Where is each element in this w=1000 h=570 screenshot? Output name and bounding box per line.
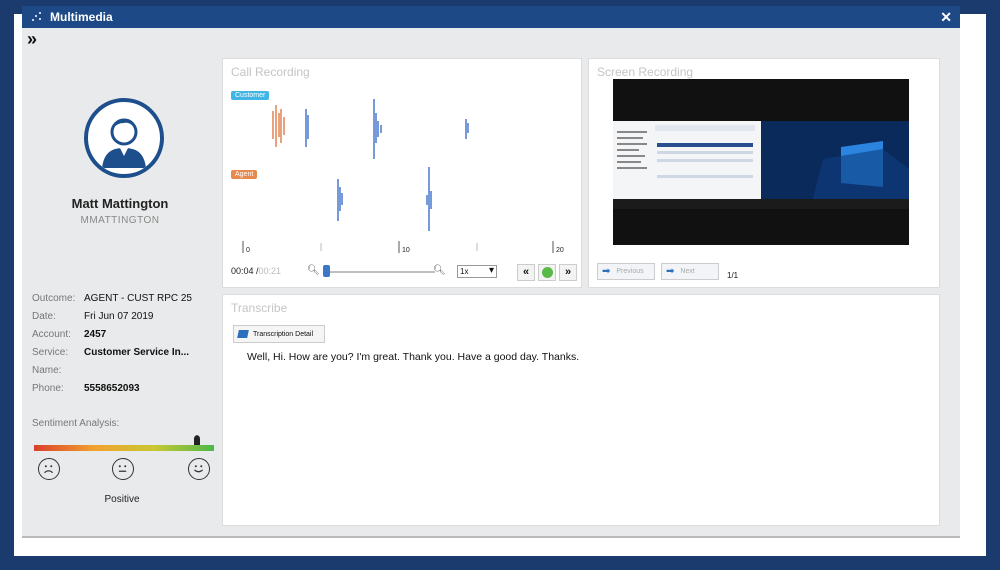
detail-value: AGENT - CUST RPC 25 [84, 293, 192, 304]
detail-row: Date: Fri Jun 07 2019 [32, 311, 216, 329]
zoom-slider-track[interactable] [323, 271, 435, 273]
document-icon [237, 330, 249, 338]
multimedia-logo-icon [30, 10, 44, 24]
detail-row: Name: [32, 365, 216, 383]
current-time: 00:04 / [231, 266, 259, 276]
detail-value: Fri Jun 07 2019 [84, 311, 154, 322]
main-content: » Matt Mattington MMATTINGTON Outcome: AG… [22, 28, 960, 536]
happy-face-icon [188, 458, 210, 480]
close-icon[interactable]: ✕ [940, 9, 952, 26]
pause-button[interactable] [538, 264, 556, 281]
call-details: Outcome: AGENT - CUST RPC 25 Date: Fri Jun… [32, 293, 216, 401]
transcription-detail-button[interactable]: Transcription Detail [233, 325, 325, 343]
agent-panel: » Matt Mattington MMATTINGTON Outcome: AG… [22, 28, 218, 536]
detail-label: Date: [32, 311, 56, 322]
window-title: Multimedia [50, 10, 113, 24]
call-recording-panel: Call Recording Customer Agent 0 10 20 00… [222, 58, 582, 288]
sentiment-bar [34, 445, 214, 451]
sentiment-faces [34, 458, 214, 482]
sad-face-icon [38, 458, 60, 480]
neutral-face-icon [112, 458, 134, 480]
avatar [84, 98, 164, 178]
detail-value: 5558652093 [84, 383, 140, 394]
transcribe-panel: Transcribe Transcription Detail Well, Hi… [222, 294, 940, 526]
transcript-text: Well, Hi. How are you? I'm great. Thank … [247, 351, 580, 363]
transcription-detail-label: Transcription Detail [253, 330, 314, 338]
arrow-right-icon: ➡ [666, 266, 675, 277]
audio-waveform[interactable] [223, 59, 583, 259]
detail-label: Name: [32, 365, 62, 376]
speed-value: 1x [460, 267, 469, 276]
screen-recording-panel: Screen Recording ➡ Previous ➡ Next 1/1 [588, 58, 940, 288]
detail-label: Account: [32, 329, 71, 340]
detail-row: Phone: 5558652093 [32, 383, 216, 401]
expand-icon[interactable]: » [27, 29, 37, 50]
transcribe-title: Transcribe [231, 301, 288, 315]
chevron-down-icon: ▾ [488, 265, 494, 276]
screen-recording-title: Screen Recording [597, 65, 694, 79]
timeline-tick: 10 [402, 247, 410, 254]
forward-button[interactable]: » [559, 264, 577, 281]
detail-row: Service: Customer Service In... [32, 347, 216, 365]
detail-label: Outcome: [32, 293, 76, 304]
pause-icon [541, 267, 553, 278]
playback-time: 00:04 /00:21 [231, 266, 281, 276]
previous-button[interactable]: ➡ Previous [597, 263, 655, 280]
agent-id: MMATTINGTON [80, 215, 160, 226]
zoom-out-icon[interactable]: 🔍︎ [307, 265, 320, 276]
sentiment-label: Sentiment Analysis: [32, 418, 120, 429]
speed-select[interactable]: 1x ▾ [457, 265, 497, 278]
next-label: Next [680, 268, 695, 275]
zoom-in-icon[interactable]: 🔍︎ [433, 265, 446, 276]
next-button[interactable]: ➡ Next [661, 263, 719, 280]
timeline-tick: 0 [246, 247, 250, 254]
rewind-button[interactable]: « [517, 264, 535, 281]
previous-label: Previous [616, 268, 644, 275]
bottom-divider [22, 536, 960, 538]
detail-row: Account: 2457 [32, 329, 216, 347]
detail-row: Outcome: AGENT - CUST RPC 25 [32, 293, 216, 311]
zoom-slider-thumb[interactable] [323, 265, 330, 277]
page-count: 1/1 [727, 271, 739, 280]
total-time: 00:21 [258, 266, 282, 276]
timeline-tick: 20 [556, 247, 564, 254]
arrow-left-icon: ➡ [602, 266, 611, 277]
detail-label: Service: [32, 347, 69, 358]
window-titlebar: Multimedia ✕ [22, 6, 960, 28]
sentiment-result: Positive [104, 494, 140, 505]
detail-value: 2457 [84, 329, 107, 340]
detail-label: Phone: [32, 383, 64, 394]
screen-recording-video[interactable] [613, 79, 909, 245]
recording-timeline[interactable] [241, 241, 561, 255]
agent-name: Matt Mattington [71, 196, 169, 211]
detail-value: Customer Service In... [84, 347, 190, 358]
